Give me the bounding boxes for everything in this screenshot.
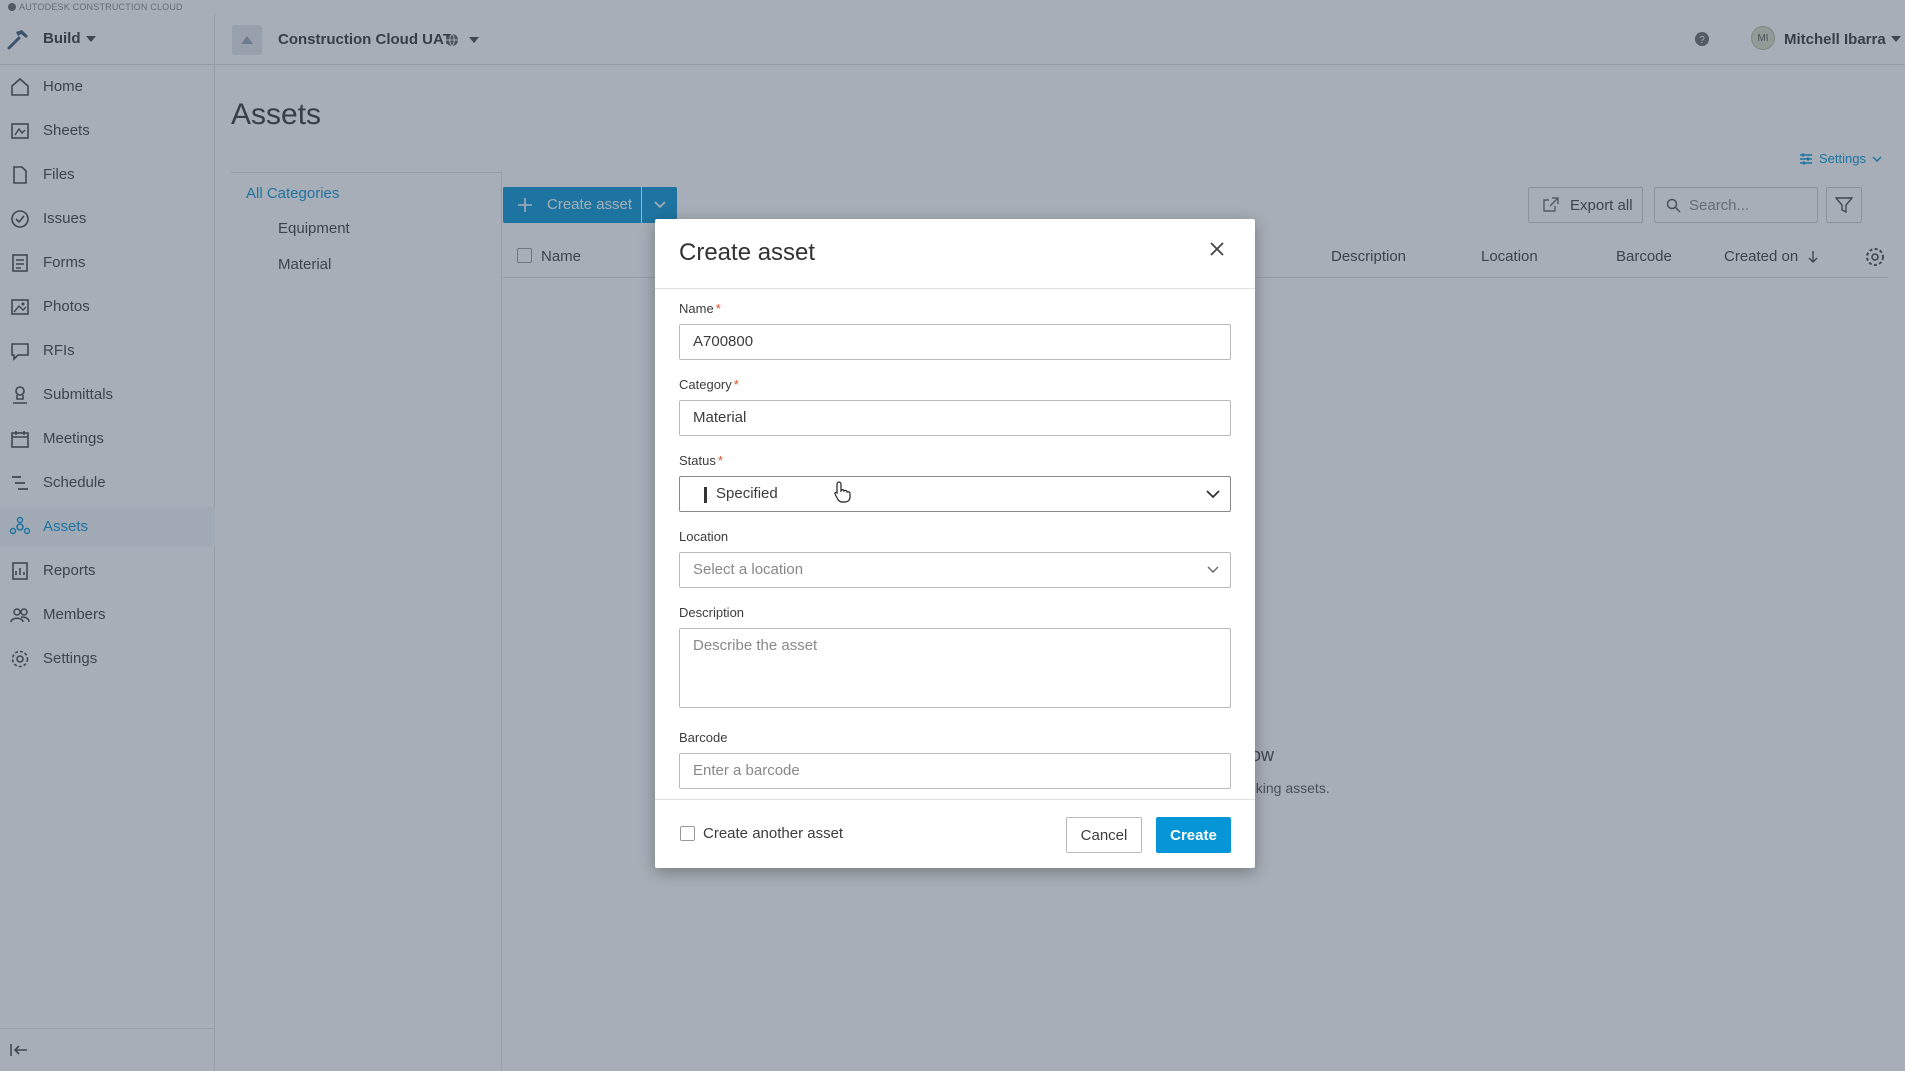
close-icon[interactable] xyxy=(1209,241,1225,257)
location-select[interactable]: Select a location xyxy=(679,552,1231,588)
location-placeholder: Select a location xyxy=(693,561,804,578)
name-value: A700800 xyxy=(693,333,754,350)
cancel-button[interactable]: Cancel xyxy=(1066,817,1142,853)
required-marker: * xyxy=(717,453,723,468)
barcode-field-label: Barcode xyxy=(679,730,728,745)
chevron-down-icon xyxy=(1207,566,1219,573)
required-marker: * xyxy=(733,377,739,392)
create-another-checkbox[interactable] xyxy=(680,826,695,841)
status-value: Specified xyxy=(716,485,778,502)
status-color-indicator xyxy=(704,487,707,503)
name-label-text: Name xyxy=(679,301,714,316)
barcode-field[interactable]: Enter a barcode xyxy=(679,753,1231,789)
description-textarea[interactable]: Describe the asset xyxy=(679,628,1231,708)
chevron-down-icon xyxy=(1206,490,1220,499)
category-field[interactable]: Material xyxy=(679,400,1231,436)
create-another-label[interactable]: Create another asset xyxy=(703,825,843,842)
create-asset-dialog: Create asset Name * A700800 Category * Mat… xyxy=(655,219,1255,868)
status-field-label: Status * xyxy=(679,453,723,468)
divider xyxy=(655,288,1255,289)
name-field[interactable]: A700800 xyxy=(679,324,1231,360)
category-label-text: Category xyxy=(679,377,732,392)
description-field-label: Description xyxy=(679,605,745,620)
divider xyxy=(655,799,1255,800)
barcode-placeholder: Enter a barcode xyxy=(693,762,800,779)
required-marker: * xyxy=(715,301,721,316)
category-field-label: Category * xyxy=(679,377,739,392)
location-field-label: Location xyxy=(679,529,729,544)
hand-cursor-icon xyxy=(833,481,851,503)
description-placeholder: Describe the asset xyxy=(693,637,818,654)
category-value: Material xyxy=(693,409,747,426)
status-select[interactable]: Specified xyxy=(679,476,1231,512)
dialog-title: Create asset xyxy=(679,239,816,266)
create-button[interactable]: Create xyxy=(1156,817,1231,853)
name-field-label: Name * xyxy=(679,301,721,316)
status-label-text: Status xyxy=(679,453,716,468)
